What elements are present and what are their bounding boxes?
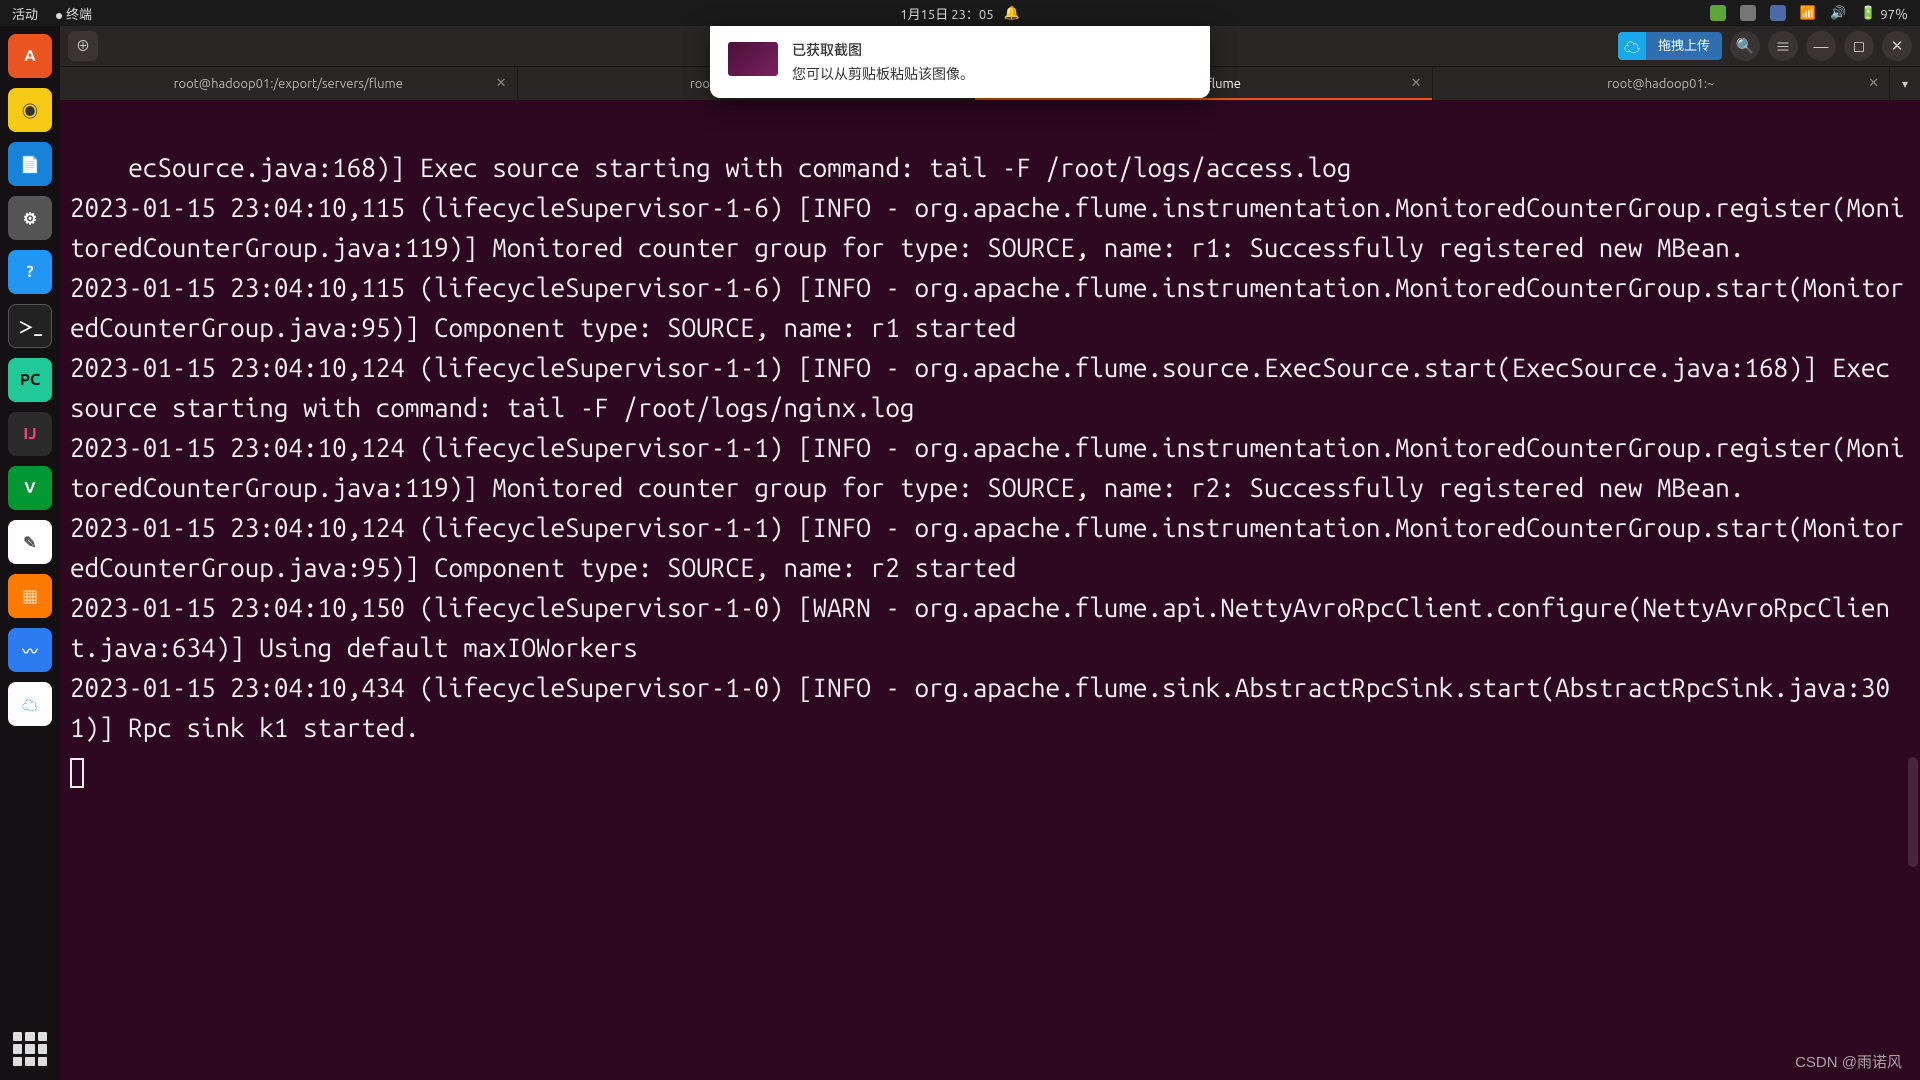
app-menu[interactable]: 终端 <box>56 4 92 23</box>
tab-0[interactable]: root@hadoop01:/export/servers/flume ✕ <box>60 67 518 100</box>
dock-intellij[interactable]: IJ <box>8 412 52 456</box>
show-apps-button[interactable] <box>13 1032 47 1066</box>
toast-body: 您可以从剪贴板粘贴该图像。 <box>792 64 974 84</box>
tab-close-icon[interactable]: ✕ <box>1411 76 1422 91</box>
activities-button[interactable]: 活动 <box>12 4 38 23</box>
maximize-button[interactable]: ◻ <box>1844 31 1874 61</box>
battery-indicator[interactable]: 🔋 97％ <box>1860 4 1908 23</box>
battery-pct: 97％ <box>1880 4 1908 23</box>
dock: A ◉ 📄 ⚙ ? ＞_ PC IJ V ✎ ▦ 〰 ☁ <box>0 26 60 1080</box>
dock-help[interactable]: ? <box>8 250 52 294</box>
dock-pycharm[interactable]: PC <box>8 358 52 402</box>
scrollbar-thumb[interactable] <box>1908 757 1918 867</box>
dock-baidu[interactable]: ☁ <box>8 682 52 726</box>
tab-3[interactable]: root@hadoop01:~ ✕ <box>1433 67 1891 100</box>
battery-icon: 🔋 <box>1860 6 1876 21</box>
dock-gedit[interactable]: ✎ <box>8 520 52 564</box>
terminal-window: ⊕ ☁ 拖拽上传 🔍 ≡ — ◻ ✕ root@hadoop01:/export… <box>60 26 1920 1080</box>
gnome-topbar: 活动 终端 1月15日 23：05 🔔 📶 🔊 🔋 97％ <box>0 0 1920 26</box>
terminal-body[interactable]: ecSource.java:168)] Exec source starting… <box>60 100 1920 1080</box>
dock-settings[interactable]: ⚙ <box>8 196 52 240</box>
toast-title: 已获取截图 <box>792 40 974 60</box>
dock-rhythmbox[interactable]: ◉ <box>8 88 52 132</box>
tab-close-icon[interactable]: ✕ <box>1868 76 1879 91</box>
screenshot-toast[interactable]: 已获取截图 您可以从剪贴板粘贴该图像。 <box>710 26 1210 98</box>
close-window-button[interactable]: ✕ <box>1882 31 1912 61</box>
clock[interactable]: 1月15日 23：05 <box>900 4 993 23</box>
toast-thumbnail <box>728 42 778 76</box>
notification-bell-icon[interactable]: 🔔 <box>1004 6 1020 21</box>
dock-virtualbox[interactable]: ▦ <box>8 574 52 618</box>
hamburger-menu-button[interactable]: ≡ <box>1768 31 1798 61</box>
dock-writer[interactable]: 📄 <box>8 142 52 186</box>
minimize-button[interactable]: — <box>1806 31 1836 61</box>
upload-button-label: 拖拽上传 <box>1646 32 1722 60</box>
wifi-icon[interactable]: 📶 <box>1800 6 1816 21</box>
upload-button[interactable]: ☁ 拖拽上传 <box>1618 32 1722 60</box>
tab-close-icon[interactable]: ✕ <box>496 76 507 91</box>
dock-software-store[interactable]: A <box>8 34 52 78</box>
terminal-cursor <box>70 758 84 788</box>
tray-icon-3[interactable] <box>1770 5 1786 21</box>
tab-label: root@hadoop01:/export/servers/flume <box>174 77 403 91</box>
dock-monitor[interactable]: 〰 <box>8 628 52 672</box>
dock-terminal[interactable]: ＞_ <box>8 304 52 348</box>
tab-label: root@hadoop01:~ <box>1607 77 1714 91</box>
tray-icon-1[interactable] <box>1710 5 1726 21</box>
new-tab-button[interactable]: ⊕ <box>68 31 98 61</box>
search-button[interactable]: 🔍 <box>1730 31 1760 61</box>
tabs-overflow-button[interactable]: ▾ <box>1890 67 1920 100</box>
volume-icon[interactable]: 🔊 <box>1830 6 1846 21</box>
terminal-log: ecSource.java:168)] Exec source starting… <box>70 153 1905 742</box>
tray-icon-2[interactable] <box>1740 5 1756 21</box>
csdn-watermark: CSDN @雨诺风 <box>1795 1051 1902 1072</box>
cloud-icon: ☁ <box>1618 32 1646 60</box>
dock-vim[interactable]: V <box>8 466 52 510</box>
